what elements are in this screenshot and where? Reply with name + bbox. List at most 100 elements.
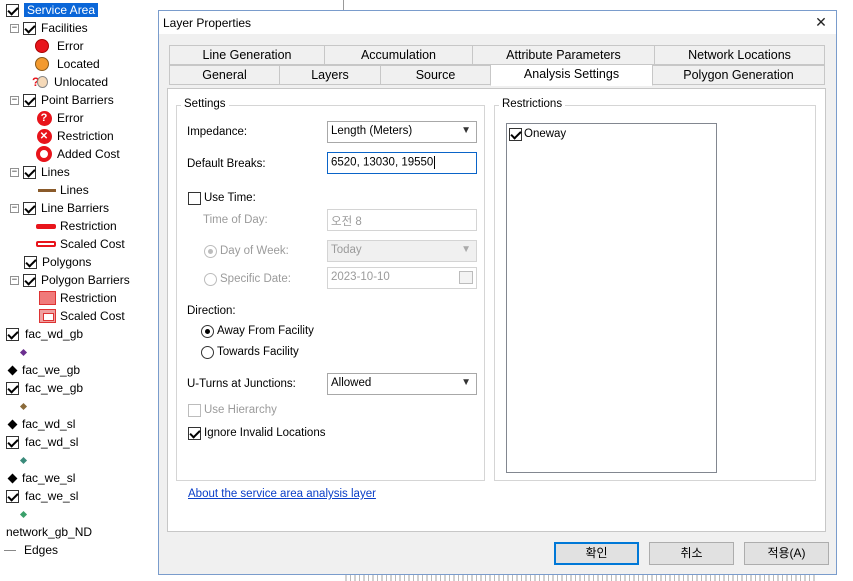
uturns-dropdown[interactable]: Allowed ▼ xyxy=(327,373,477,395)
facilities-checkbox[interactable] xyxy=(23,21,36,35)
toc-lines[interactable]: − Lines xyxy=(10,163,70,181)
ignore-invalid-label[interactable]: Ignore Invalid Locations xyxy=(204,427,325,439)
chevron-down-icon: ▼ xyxy=(461,377,471,388)
day-of-week-dropdown[interactable]: Today ▼ xyxy=(327,240,477,262)
diamond-icon xyxy=(7,419,18,429)
towards-facility-radio[interactable] xyxy=(201,346,214,359)
polygon-barriers-checkbox[interactable] xyxy=(23,273,36,287)
tab-attribute-parameters[interactable]: Attribute Parameters xyxy=(472,45,655,65)
tab-general[interactable]: General xyxy=(169,65,280,85)
towards-facility-label[interactable]: Towards Facility xyxy=(217,346,299,358)
specific-date-label[interactable]: Specific Date: xyxy=(220,273,291,285)
tab-layers[interactable]: Layers xyxy=(279,65,381,85)
tab-polygon-generation[interactable]: Polygon Generation xyxy=(652,65,825,85)
collapse-icon[interactable]: − xyxy=(10,203,19,213)
tab-network-locations[interactable]: Network Locations xyxy=(654,45,825,65)
use-time-label[interactable]: Use Time: xyxy=(204,192,256,204)
toc-layer[interactable]: fac_we_sl xyxy=(6,469,75,487)
polygons-checkbox[interactable] xyxy=(24,255,37,269)
impedance-dropdown[interactable]: Length (Meters) ▼ xyxy=(327,121,477,143)
green-diamond-icon xyxy=(19,510,28,518)
question-icon: ? xyxy=(36,110,52,126)
toc-lines-symbol: Lines xyxy=(38,181,89,199)
lb-scaled-cost-label: Scaled Cost xyxy=(60,237,125,251)
toc-polygons[interactable]: Polygons xyxy=(24,253,91,271)
restrictions-list[interactable]: Oneway xyxy=(506,123,717,473)
toc-layer[interactable]: fac_wd_sl xyxy=(6,433,78,451)
settings-group-title: Settings xyxy=(181,98,229,110)
close-icon[interactable]: ✕ xyxy=(812,13,830,31)
service-area-checkbox[interactable] xyxy=(6,3,19,17)
pgb-restriction-label: Restriction xyxy=(60,291,117,305)
toc-pgb-restriction: Restriction xyxy=(38,289,117,307)
tab-source[interactable]: Source xyxy=(380,65,491,85)
layer-checkbox[interactable] xyxy=(6,435,19,449)
about-service-area-link[interactable]: About the service area analysis layer xyxy=(188,488,376,500)
pb-added-cost-label: Added Cost xyxy=(57,147,120,161)
line-barriers-label: Line Barriers xyxy=(41,201,110,215)
use-time-checkbox[interactable] xyxy=(188,192,201,205)
toc-layer[interactable]: fac_we_sl xyxy=(6,487,78,505)
use-hierarchy-label[interactable]: Use Hierarchy xyxy=(204,404,277,416)
network-label: network_gb_ND xyxy=(6,525,93,539)
collapse-icon[interactable]: − xyxy=(10,23,19,33)
specific-date-picker[interactable]: 2023-10-10 xyxy=(327,267,477,289)
ring-icon xyxy=(36,146,52,162)
polygon-barriers-label: Polygon Barriers xyxy=(41,273,130,287)
analysis-settings-panel: Settings Impedance: Length (Meters) ▼ De… xyxy=(167,88,826,532)
time-of-day-input[interactable]: 오전 8 xyxy=(327,209,477,231)
toc-polygon-barriers[interactable]: − Polygon Barriers xyxy=(10,271,130,289)
pb-restriction-label: Restriction xyxy=(57,129,114,143)
list-item[interactable]: Oneway xyxy=(509,126,566,142)
layer-label: fac_wd_sl xyxy=(25,435,79,449)
layer-checkbox[interactable] xyxy=(6,489,19,503)
collapse-icon[interactable]: − xyxy=(10,95,19,105)
toc-layer[interactable]: fac_wd_gb xyxy=(6,325,83,343)
ok-button[interactable]: 확인 xyxy=(554,542,639,565)
toc-layer[interactable]: fac_we_gb xyxy=(6,361,80,379)
layer-label: fac_we_gb xyxy=(25,381,84,395)
tab-accumulation[interactable]: Accumulation xyxy=(324,45,473,65)
toc-network[interactable]: network_gb_ND xyxy=(6,523,92,541)
toc-lb-restriction: Restriction xyxy=(36,217,117,235)
away-from-facility-label[interactable]: Away From Facility xyxy=(217,325,314,337)
use-hierarchy-checkbox[interactable] xyxy=(188,404,201,417)
point-barriers-checkbox[interactable] xyxy=(23,93,36,107)
layer-checkbox[interactable] xyxy=(6,381,19,395)
toc-layer-symbol xyxy=(19,343,28,361)
toc-point-barriers[interactable]: − Point Barriers xyxy=(10,91,114,109)
layer-checkbox[interactable] xyxy=(6,327,19,341)
away-from-facility-radio[interactable] xyxy=(201,325,214,338)
toc-facilities[interactable]: − Facilities xyxy=(10,19,88,37)
line-barriers-checkbox[interactable] xyxy=(23,201,36,215)
located-label: Located xyxy=(57,57,100,71)
toc-layer[interactable]: fac_we_gb xyxy=(6,379,83,397)
service-area-label[interactable]: Service Area xyxy=(24,3,99,17)
oneway-checkbox[interactable] xyxy=(509,127,522,141)
impedance-value: Length (Meters) xyxy=(331,125,413,137)
purple-diamond-icon xyxy=(19,348,28,356)
toc-line-barriers[interactable]: − Line Barriers xyxy=(10,199,109,217)
toc-layer-symbol xyxy=(19,451,28,469)
ignore-invalid-checkbox[interactable] xyxy=(188,427,201,440)
calendar-icon[interactable] xyxy=(459,271,473,284)
apply-button[interactable]: 적용(A) xyxy=(744,542,829,565)
cancel-button[interactable]: 취소 xyxy=(649,542,734,565)
unlocated-icon: ? xyxy=(32,75,48,89)
tab-line-generation[interactable]: Line Generation xyxy=(169,45,325,65)
toc-service-area[interactable]: Service Area xyxy=(6,1,99,19)
collapse-icon[interactable]: − xyxy=(10,167,19,177)
error-label: Error xyxy=(57,39,84,53)
collapse-icon[interactable]: − xyxy=(10,275,19,285)
toc-layer[interactable]: fac_wd_sl xyxy=(6,415,75,433)
default-breaks-value: 6520, 13030, 19550 xyxy=(331,156,434,169)
tab-analysis-settings[interactable]: Analysis Settings xyxy=(490,64,653,86)
lines-checkbox[interactable] xyxy=(23,165,36,179)
day-of-week-radio[interactable] xyxy=(204,245,217,258)
day-of-week-label[interactable]: Day of Week: xyxy=(220,245,289,257)
default-breaks-input[interactable]: 6520, 13030, 19550 xyxy=(327,152,477,174)
settings-group: Settings Impedance: Length (Meters) ▼ De… xyxy=(176,98,485,481)
specific-date-radio[interactable] xyxy=(204,273,217,286)
title-bar[interactable]: Layer Properties ✕ xyxy=(159,11,836,34)
time-of-day-value: 오전 8 xyxy=(331,216,362,228)
